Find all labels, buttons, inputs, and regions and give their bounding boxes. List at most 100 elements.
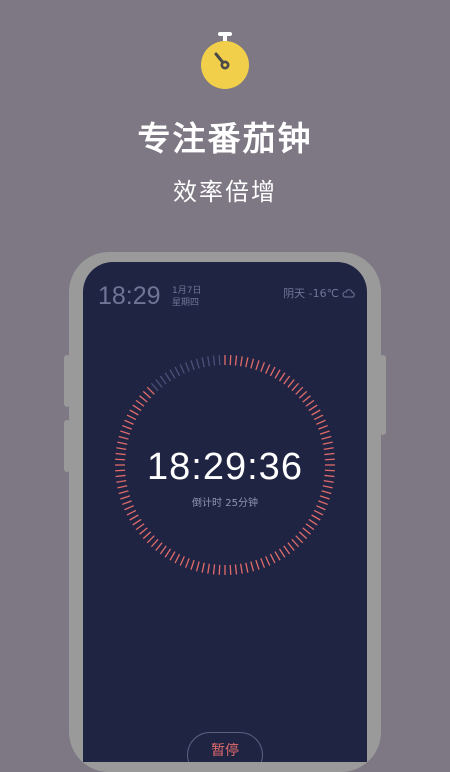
dial-tick [234,564,238,575]
status-date: 1月7日 星期四 [172,285,201,309]
dial-tick [274,551,281,561]
dial-tick [265,556,271,566]
dial-tick [146,386,155,395]
phone-volume-button [64,420,70,472]
dial-tick [146,535,155,544]
phone-volume-button [64,355,70,407]
dial-tick [190,559,195,570]
dial-tick [234,355,238,366]
dial-tick [302,527,311,535]
dial-tick [139,527,148,535]
dial-tick [118,435,129,440]
dial-tick [245,562,249,573]
dial-tick [269,553,276,564]
dial-tick [313,509,324,516]
dial-tick [218,564,221,575]
dial-tick [239,356,243,367]
dial-tick [229,564,232,575]
dial-tick [260,362,266,372]
dial-tick [308,518,318,526]
dial-tick [291,382,300,392]
countdown-label: 倒计时 25分钟 [192,498,258,509]
dial-tick [184,362,190,372]
dial-tick [239,563,243,574]
dial-tick [311,514,321,521]
status-date-weekday: 星期四 [172,298,200,308]
dial-tick [164,548,172,558]
dial-tick [124,419,134,425]
dial-tick [126,414,137,421]
dial-tick [255,559,260,570]
dial-tick [322,441,333,445]
dial-tick [311,409,321,416]
dial-tick [283,375,291,385]
dial-tick [201,357,205,368]
dial-tick [218,355,221,366]
dial-tick [179,556,185,566]
dial-tick [142,390,152,399]
dial-tick [159,375,167,385]
dial-tick [250,561,255,572]
dial-tick [132,404,142,412]
dial-tick [129,409,139,416]
dial-tick [207,563,211,574]
dial-tick [319,430,330,435]
dial-tick [207,356,211,367]
dial-tick [278,372,286,382]
dial-tick [318,424,328,430]
dial-tick [164,372,172,382]
dial-tick [265,364,271,374]
dial-tick [155,542,163,551]
stopwatch-icon [201,32,249,89]
dial-tick [169,369,176,379]
dial-tick [155,379,163,388]
dial-tick [212,355,216,366]
dial-tick [150,382,159,392]
dial-tick [287,542,295,551]
dial-tick [132,518,142,526]
dial-tick [283,545,291,555]
dial-tick [298,390,308,399]
phone-power-button [380,355,386,435]
dial-tick [201,562,205,573]
dial-tick [255,360,260,371]
promo-subhead: 效率倍增 [173,178,277,206]
dial-tick [174,553,181,564]
pause-button[interactable]: 暂停 [187,732,263,762]
dial-tick [126,509,137,516]
dial-tick [291,538,300,548]
dial-tick [190,360,195,371]
promo-headline: 专注番茄钟 [137,119,313,158]
weather-text: 阴天 -16℃ [283,287,339,300]
dial-tick [169,551,176,561]
dial-tick [316,419,326,425]
dial-tick [120,430,131,435]
dial-tick [122,424,132,430]
status-weather: 阴天 -16℃ [283,285,355,301]
cloud-icon [342,288,355,297]
dial-tick [135,523,145,531]
dial-tick [287,379,295,388]
dial-tick [274,369,281,379]
dial-tick [295,386,304,395]
timer-display: 18:29:36 [147,446,303,488]
dial-tick [184,558,190,568]
dial-tick [142,531,152,540]
phone-screen: 18:29 1月7日 星期四 阴天 -16℃ 18:29:36 倒计时 25分钟… [83,262,367,762]
dial-tick [305,523,315,531]
dial-tick [212,564,216,575]
dial-tick [159,545,167,555]
dial-tick [139,395,148,403]
dial-tick [321,435,332,440]
dial-tick [150,538,159,548]
status-clock: 18:29 [98,282,161,310]
dial-tick [179,364,185,374]
dial-tick [295,535,304,544]
dial-tick [250,358,255,369]
dial-tick [278,548,286,558]
dial-tick [195,358,200,369]
dial-tick [229,355,232,366]
dial-tick [308,404,318,412]
dial-tick [313,414,324,421]
dial-tick [129,514,139,521]
